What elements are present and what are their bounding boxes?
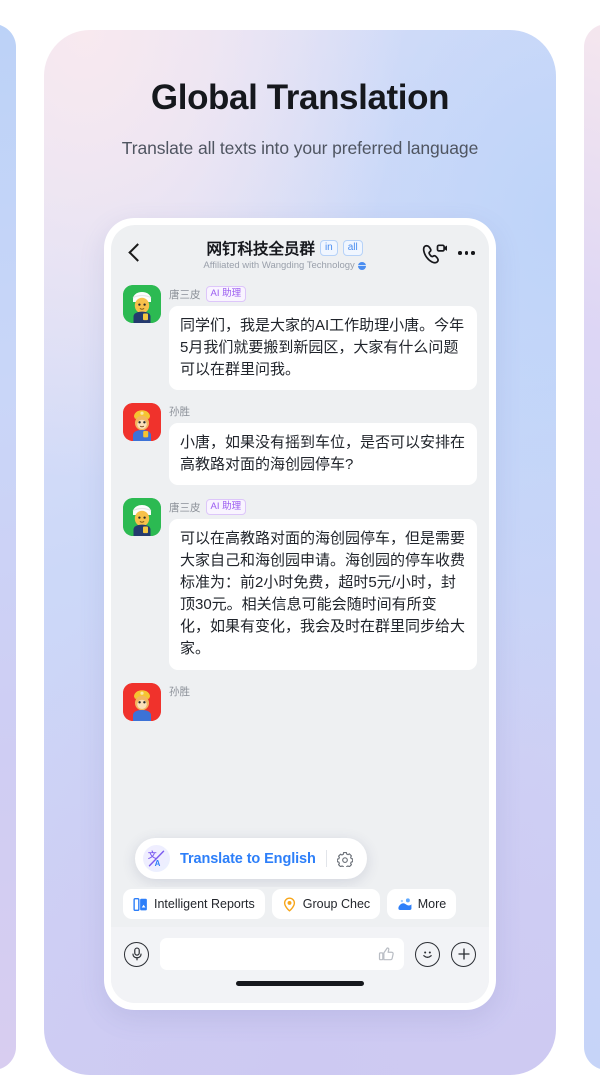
- message-sender: 孙胜: [169, 406, 190, 419]
- group-affiliation: Affiliated with Wangding Technology: [203, 260, 355, 271]
- chip-label: Intelligent Reports: [154, 897, 255, 911]
- message-bubble[interactable]: 同学们，我是大家的AI工作助理小唐。今年5月我们就要搬到新园区，大家有什么问题可…: [169, 306, 477, 391]
- microphone-icon[interactable]: [124, 941, 149, 967]
- document-report-icon: [133, 897, 148, 912]
- video-call-icon[interactable]: [422, 243, 448, 264]
- quick-action-chips: Intelligent Reports Group Chec More: [111, 887, 489, 927]
- translate-popup[interactable]: 文 A Translate to English: [135, 838, 367, 879]
- message-sender: 孙胜: [169, 685, 190, 698]
- badge-all: all: [342, 240, 363, 256]
- gear-icon[interactable]: [336, 851, 353, 867]
- chip-label: Group Chec: [302, 897, 371, 911]
- home-indicator-area: [111, 981, 489, 1003]
- message-input-field[interactable]: [160, 938, 404, 970]
- chip-more[interactable]: More: [386, 889, 457, 919]
- chat-header: 网钉科技全员群 in all Affiliated with Wangding …: [111, 225, 489, 281]
- chat-title-block: 网钉科技全员群 in all Affiliated with Wangding …: [147, 237, 422, 271]
- ai-assistant-avatar[interactable]: [123, 498, 161, 537]
- message-sender: 唐三皮: [169, 288, 201, 301]
- ai-assistant-badge: AI 助理: [205, 499, 247, 516]
- ai-assistant-avatar[interactable]: [123, 285, 161, 323]
- carousel-card-next[interactable]: [584, 24, 600, 1070]
- message-sender: 唐三皮: [169, 501, 201, 514]
- globe-icon: [357, 261, 366, 270]
- message-bubble[interactable]: 小唐，如果没有摇到车位，是否可以安排在高教路对面的海创园停车?: [169, 423, 477, 486]
- plus-circle-icon[interactable]: [451, 941, 476, 967]
- message-item: 唐三皮 AI 助理 可以在高教路对面的海创园停车，但是需要大家自己和海创园申请。…: [123, 498, 477, 670]
- translate-label: Translate to English: [180, 850, 316, 867]
- home-indicator: [236, 981, 364, 986]
- feature-card: Global Translation Translate all texts i…: [44, 30, 556, 1075]
- message-bubble[interactable]: 可以在高教路对面的海创园停车，但是需要大家自己和海创园申请。海创园的停车收费标准…: [169, 519, 477, 670]
- more-apps-icon: [397, 897, 412, 912]
- message-item: 孙胜 小唐，如果没有摇到车位，是否可以安排在高教路对面的海创园停车?: [123, 403, 477, 486]
- user-avatar[interactable]: [123, 403, 161, 442]
- ai-assistant-badge: AI 助理: [205, 286, 247, 302]
- location-pin-icon: [282, 897, 297, 912]
- message-input-bar: [111, 927, 489, 981]
- thumbs-up-icon[interactable]: [378, 946, 395, 963]
- page-title: Global Translation: [150, 78, 450, 117]
- divider: [325, 850, 327, 867]
- carousel-card-previous[interactable]: [0, 24, 16, 1070]
- group-name: 网钉科技全员群: [206, 241, 315, 258]
- phone-screen: 网钉科技全员群 in all Affiliated with Wangding …: [111, 225, 489, 1003]
- chip-intelligent-reports[interactable]: Intelligent Reports: [123, 889, 265, 919]
- header-actions: [422, 243, 475, 264]
- page-subtitle: Translate all texts into your preferred …: [121, 138, 479, 158]
- chip-label: More: [417, 897, 447, 911]
- badge-in: in: [319, 240, 338, 256]
- back-icon[interactable]: [125, 240, 147, 266]
- message-item: 唐三皮 AI 助理 同学们，我是大家的AI工作助理小唐。今年5月我们就要搬到新园…: [123, 285, 477, 391]
- message-item: 孙胜: [123, 682, 477, 721]
- translate-icon: 文 A: [143, 845, 170, 872]
- emoji-smile-icon[interactable]: [415, 941, 440, 967]
- chip-group-check[interactable]: Group Chec: [271, 889, 380, 919]
- more-horizontal-icon[interactable]: [458, 251, 475, 255]
- screenshot-root: Global Translation Translate all texts i…: [0, 0, 600, 1091]
- user-avatar[interactable]: [123, 682, 161, 721]
- message-list[interactable]: 唐三皮 AI 助理 同学们，我是大家的AI工作助理小唐。今年5月我们就要搬到新园…: [111, 281, 489, 887]
- phone-mockup: 网钉科技全员群 in all Affiliated with Wangding …: [104, 218, 496, 1010]
